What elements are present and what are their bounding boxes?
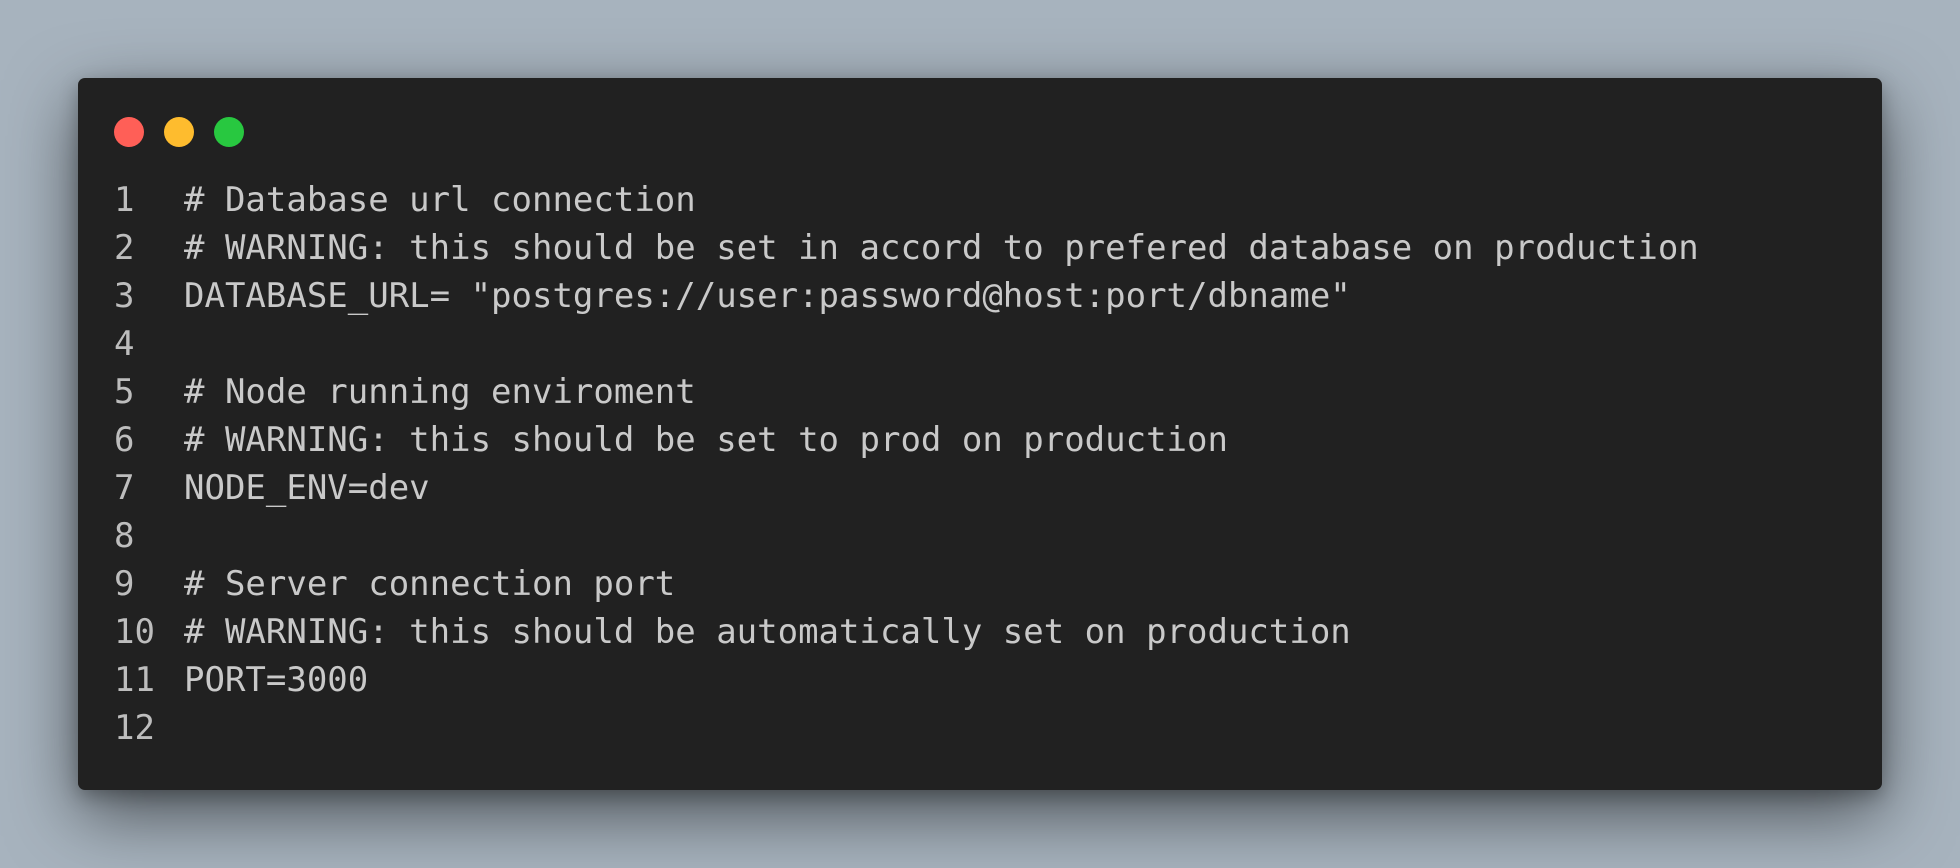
code-line: 6 # WARNING: this should be set to prod … <box>78 416 1882 464</box>
code-line: 11 PORT=3000 <box>78 656 1882 704</box>
code-window: 1 # Database url connection 2 # WARNING:… <box>78 78 1882 790</box>
code-line: 2 # WARNING: this should be set in accor… <box>78 224 1882 272</box>
line-number: 3 <box>114 276 135 316</box>
code-line: 1 # Database url connection <box>78 176 1882 224</box>
line-number: 1 <box>114 180 135 220</box>
code-editor[interactable]: 1 # Database url connection 2 # WARNING:… <box>78 176 1882 752</box>
line-number: 6 <box>114 420 135 460</box>
line-number: 12 <box>114 708 155 748</box>
code-line: 10 # WARNING: this should be automatical… <box>78 608 1882 656</box>
maximize-button[interactable] <box>214 117 244 147</box>
code-line: 7 NODE_ENV=dev <box>78 464 1882 512</box>
code-line: 12 <box>78 704 1882 752</box>
minimize-button[interactable] <box>164 117 194 147</box>
line-number: 7 <box>114 468 135 508</box>
line-number: 4 <box>114 324 135 364</box>
code-text: # WARNING: this should be set to prod on… <box>184 420 1228 460</box>
line-number: 10 <box>114 612 155 652</box>
close-button[interactable] <box>114 117 144 147</box>
window-controls <box>114 117 244 147</box>
code-text: NODE_ENV=dev <box>184 468 430 508</box>
line-number: 8 <box>114 516 135 556</box>
code-line: 3 DATABASE_URL= "postgres://user:passwor… <box>78 272 1882 320</box>
code-text: PORT=3000 <box>184 660 369 700</box>
code-line: 4 <box>78 320 1882 368</box>
code-line: 8 <box>78 512 1882 560</box>
code-line: 9 # Server connection port <box>78 560 1882 608</box>
code-text: # WARNING: this should be set in accord … <box>184 228 1699 268</box>
line-number: 5 <box>114 372 135 412</box>
code-text: # Node running enviroment <box>184 372 696 412</box>
line-number: 9 <box>114 564 135 604</box>
code-text: # Server connection port <box>184 564 676 604</box>
code-text: # Database url connection <box>184 180 696 220</box>
code-text: DATABASE_URL= "postgres://user:password@… <box>184 276 1351 316</box>
line-number: 11 <box>114 660 155 700</box>
line-number: 2 <box>114 228 135 268</box>
code-text: # WARNING: this should be automatically … <box>184 612 1351 652</box>
code-line: 5 # Node running enviroment <box>78 368 1882 416</box>
